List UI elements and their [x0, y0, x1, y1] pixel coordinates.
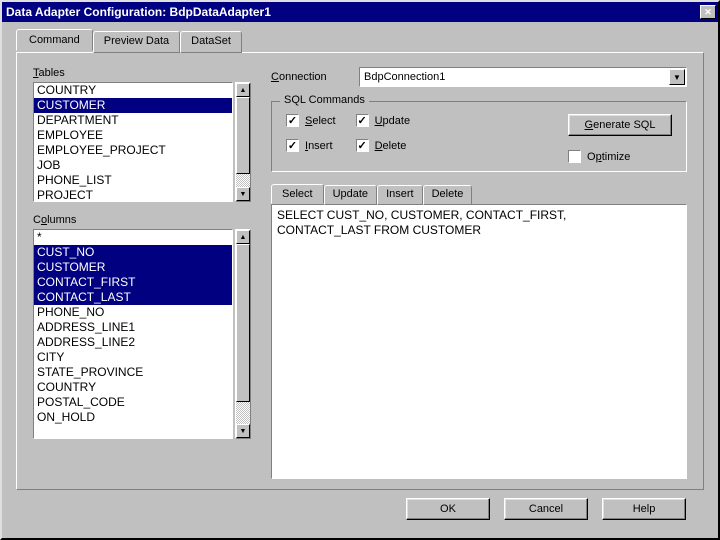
tables-listbox[interactable]: COUNTRYCUSTOMERDEPARTMENTEMPLOYEEEMPLOYE… — [33, 82, 233, 202]
dialog-window: Data Adapter Configuration: BdpDataAdapt… — [0, 0, 720, 540]
sql-check-col1: ✓ Select ✓ Insert — [286, 114, 336, 163]
tables-label: Tables — [33, 67, 251, 79]
tables-scrollbar[interactable]: ▲ ▼ — [235, 82, 251, 202]
tables-listbox-wrap: COUNTRYCUSTOMERDEPARTMENTEMPLOYEEEMPLOYE… — [33, 82, 251, 202]
column-row[interactable]: ADDRESS_LINE2 — [34, 335, 232, 350]
sql-tab-insert[interactable]: Insert — [377, 185, 423, 205]
group-right-controls: Generate SQL Optimize — [568, 114, 672, 163]
checkbox-icon[interactable]: ✓ — [356, 139, 369, 152]
scroll-up-icon[interactable]: ▲ — [236, 83, 250, 97]
sql-tab-update[interactable]: Update — [324, 185, 377, 205]
sql-commands-group: SQL Commands ✓ Select ✓ Insert ✓ — [271, 101, 687, 172]
sql-check-col2: ✓ Update ✓ Delete — [356, 114, 410, 163]
tab-preview-data[interactable]: Preview Data — [93, 31, 180, 53]
columns-label: Columns — [33, 214, 251, 226]
connection-value: BdpConnection1 — [364, 71, 445, 83]
sql-textarea[interactable]: SELECT CUST_NO, CUSTOMER, CONTACT_FIRST,… — [271, 204, 687, 479]
column-row[interactable]: CONTACT_FIRST — [34, 275, 232, 290]
column-row[interactable]: CITY — [34, 350, 232, 365]
sql-tab-select[interactable]: Select — [271, 184, 324, 204]
connection-row: Connection BdpConnection1 ▼ — [271, 67, 687, 87]
connection-combo[interactable]: BdpConnection1 ▼ — [359, 67, 687, 87]
sql-commands-title: SQL Commands — [280, 94, 369, 106]
table-row[interactable]: CUSTOMER — [34, 98, 232, 113]
column-row[interactable]: COUNTRY — [34, 380, 232, 395]
title-text: Data Adapter Configuration: BdpDataAdapt… — [6, 5, 271, 19]
column-row[interactable]: ON_HOLD — [34, 410, 232, 425]
column-row[interactable]: STATE_PROVINCE — [34, 365, 232, 380]
check-select[interactable]: ✓ Select — [286, 114, 336, 127]
column-row[interactable]: POSTAL_CODE — [34, 395, 232, 410]
column-row[interactable]: ADDRESS_LINE1 — [34, 320, 232, 335]
scroll-thumb[interactable] — [236, 244, 250, 402]
checkbox-icon[interactable]: ✓ — [286, 139, 299, 152]
column-row[interactable]: CONTACT_LAST — [34, 290, 232, 305]
columns-listbox[interactable]: *CUST_NOCUSTOMERCONTACT_FIRSTCONTACT_LAS… — [33, 229, 233, 439]
ok-button[interactable]: OK — [406, 498, 490, 520]
checkbox-icon[interactable]: ✓ — [356, 114, 369, 127]
sql-tabstrip: Select Update Insert Delete — [271, 185, 687, 205]
scroll-down-icon[interactable]: ▼ — [236, 424, 250, 438]
column-row[interactable]: PHONE_NO — [34, 305, 232, 320]
scroll-track[interactable] — [236, 244, 250, 424]
column-row[interactable]: CUSTOMER — [34, 260, 232, 275]
generate-sql-button[interactable]: Generate SQL — [568, 114, 672, 136]
titlebar-buttons: ✕ — [700, 5, 716, 19]
columns-listbox-wrap: *CUST_NOCUSTOMERCONTACT_FIRSTCONTACT_LAS… — [33, 229, 251, 439]
tab-dataset[interactable]: DataSet — [180, 31, 242, 53]
right-column: Connection BdpConnection1 ▼ SQL Commands… — [271, 67, 687, 479]
scroll-down-icon[interactable]: ▼ — [236, 187, 250, 201]
column-row[interactable]: * — [34, 230, 232, 245]
check-insert[interactable]: ✓ Insert — [286, 139, 336, 152]
column-row[interactable]: CUST_NO — [34, 245, 232, 260]
scroll-thumb[interactable] — [236, 97, 250, 174]
checkbox-icon[interactable] — [568, 150, 581, 163]
command-panel: Tables COUNTRYCUSTOMERDEPARTMENTEMPLOYEE… — [16, 52, 704, 490]
cancel-button[interactable]: Cancel — [504, 498, 588, 520]
help-button[interactable]: Help — [602, 498, 686, 520]
scroll-up-icon[interactable]: ▲ — [236, 230, 250, 244]
tab-command[interactable]: Command — [16, 29, 93, 51]
sql-tab-delete[interactable]: Delete — [423, 185, 473, 205]
table-row[interactable]: DEPARTMENT — [34, 113, 232, 128]
left-column: Tables COUNTRYCUSTOMERDEPARTMENTEMPLOYEE… — [33, 67, 251, 479]
sql-area: SELECT CUST_NO, CUSTOMER, CONTACT_FIRST,… — [271, 204, 687, 479]
titlebar: Data Adapter Configuration: BdpDataAdapt… — [2, 2, 718, 22]
scroll-track[interactable] — [236, 97, 250, 187]
dialog-body: Command Preview Data DataSet Tables COUN… — [2, 22, 718, 538]
chevron-down-icon[interactable]: ▼ — [669, 69, 685, 85]
main-tabstrip: Command Preview Data DataSet — [16, 31, 704, 53]
table-row[interactable]: COUNTRY — [34, 83, 232, 98]
check-delete[interactable]: ✓ Delete — [356, 139, 410, 152]
table-row[interactable]: PHONE_LIST — [34, 173, 232, 188]
footer-buttons: OK Cancel Help — [16, 490, 704, 530]
close-icon[interactable]: ✕ — [700, 5, 716, 19]
check-update[interactable]: ✓ Update — [356, 114, 410, 127]
table-row[interactable]: EMPLOYEE — [34, 128, 232, 143]
columns-scrollbar[interactable]: ▲ ▼ — [235, 229, 251, 439]
table-row[interactable]: EMPLOYEE_PROJECT — [34, 143, 232, 158]
checkbox-icon[interactable]: ✓ — [286, 114, 299, 127]
table-row[interactable]: PROJECT — [34, 188, 232, 202]
check-optimize[interactable]: Optimize — [568, 150, 630, 163]
connection-label: Connection — [271, 71, 351, 83]
table-row[interactable]: JOB — [34, 158, 232, 173]
